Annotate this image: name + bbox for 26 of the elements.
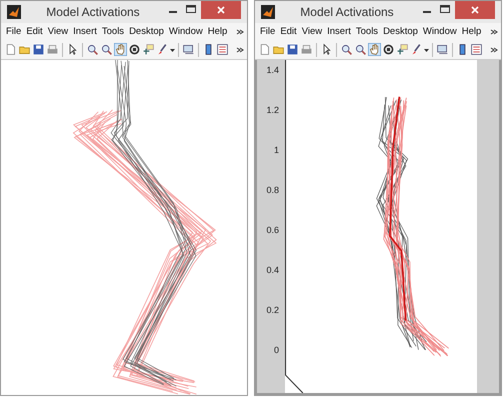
axis-tick-label: 0.2 [266,305,279,315]
menu-item[interactable]: Desktop [129,26,164,37]
menu-item[interactable]: Help [462,26,482,37]
menu-item[interactable]: Insert [327,26,351,37]
menu-item[interactable]: Window [168,26,203,37]
menu-item[interactable]: File [260,26,276,37]
menu-item[interactable]: Insert [73,26,97,37]
menu-item[interactable]: Window [422,26,457,37]
menu-item[interactable]: Tools [102,26,124,37]
menu-item[interactable]: Desktop [383,26,418,37]
menu-item[interactable]: Edit [26,26,43,37]
axis-tick-label: 0.4 [266,265,279,275]
window-title: Model Activations [45,5,141,19]
axis-tick-label: 1 [274,145,279,155]
axis-tick-label: 1.2 [266,105,279,115]
menu-item[interactable]: Edit [280,26,297,37]
menu-item[interactable]: View [48,26,68,37]
axis-tick-label: 0 [274,345,279,355]
axis-tick-label: 0.6 [266,225,279,235]
axis-tick-label: 1.4 [266,65,279,75]
menu-item[interactable]: File [6,26,22,37]
menu-item[interactable]: View [302,26,322,37]
window-title: Model Activations [299,5,395,19]
menu-item[interactable]: Help [208,26,228,37]
menu-item[interactable]: Tools [356,26,378,37]
axis-tick-label: 0.8 [266,185,279,195]
